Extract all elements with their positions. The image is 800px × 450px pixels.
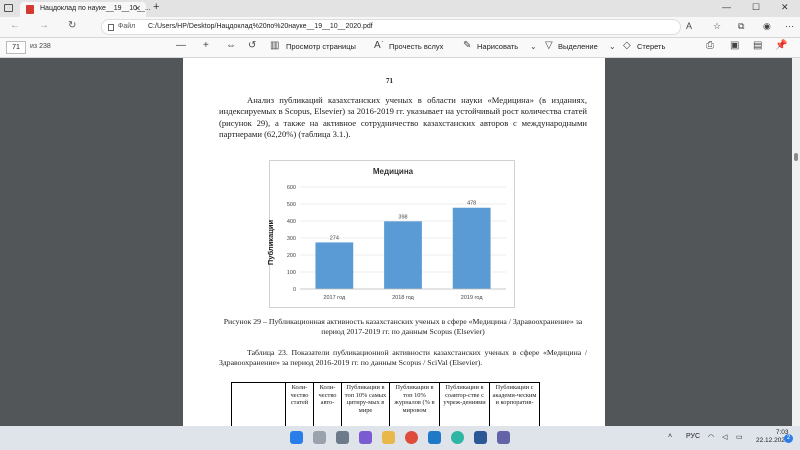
tray-chevron-icon[interactable]: ˄ bbox=[668, 433, 672, 440]
read-aloud-icon[interactable]: A bbox=[686, 21, 692, 31]
url-text: C:/Users/HP/Desktop/Нацдоклад%20по%20нау… bbox=[148, 23, 373, 30]
draw-button[interactable]: Нарисовать bbox=[477, 42, 518, 51]
edge-icon[interactable] bbox=[451, 431, 464, 444]
bar bbox=[452, 207, 491, 289]
page-number-input[interactable]: 71 bbox=[6, 41, 26, 54]
tab-close-icon[interactable]: ✕ bbox=[134, 4, 141, 13]
favorites-icon[interactable]: ☆ bbox=[713, 21, 721, 32]
chrome-icon[interactable] bbox=[405, 431, 418, 444]
volume-icon[interactable]: ◁ bbox=[722, 433, 727, 441]
page-count: из 238 bbox=[30, 43, 51, 50]
wifi-icon[interactable]: ◠ bbox=[708, 433, 714, 441]
table-header-cell: Публикации в топ 10% журналов (% в миров… bbox=[389, 382, 440, 426]
notification-badge[interactable]: 2 bbox=[784, 434, 793, 443]
minimize-button[interactable]: — bbox=[722, 2, 731, 12]
document-viewer[interactable]: 71 Анализ публикаций казахстанских учены… bbox=[0, 58, 800, 426]
y-tick-label: 500 bbox=[287, 202, 296, 208]
task-view-icon[interactable] bbox=[336, 431, 349, 444]
chart-plot: 0 100 200 300 400 500 600 274 2017 год 398 2018 го… bbox=[287, 185, 506, 301]
collections-icon[interactable]: ⧉ bbox=[738, 21, 744, 32]
erase-button[interactable]: Стереть bbox=[637, 42, 665, 51]
draw-icon[interactable]: ✎ bbox=[463, 40, 471, 51]
forward-button[interactable]: → bbox=[39, 20, 49, 31]
highlight-button[interactable]: Выделение bbox=[558, 42, 598, 51]
table-header-cell: Публикации с академи-ческим и корпоратив… bbox=[489, 382, 540, 426]
rotate-icon[interactable]: ↺ bbox=[248, 40, 256, 51]
store-icon[interactable] bbox=[428, 431, 441, 444]
battery-icon[interactable]: ▭ bbox=[736, 433, 743, 441]
widgets-icon[interactable] bbox=[359, 431, 372, 444]
eraser-icon[interactable]: ◇ bbox=[623, 40, 631, 51]
table-header-cell: Коли-чество авто- bbox=[313, 382, 342, 426]
y-tick-label: 0 bbox=[293, 287, 296, 293]
table-header-cell: Публикации в топ 10% самых цитиру-мых в … bbox=[341, 382, 390, 426]
bar bbox=[384, 221, 422, 289]
x-tick-label: 2018 год bbox=[392, 295, 415, 301]
address-bar-row: ← → ↻ Файл C:/Users/HP/Desktop/Нацдоклад… bbox=[0, 17, 800, 38]
save-as-icon[interactable]: ▤ bbox=[753, 40, 762, 51]
start-icon[interactable] bbox=[290, 431, 303, 444]
table-header-cell bbox=[231, 382, 286, 426]
search-icon[interactable] bbox=[313, 431, 326, 444]
read-aloud-button[interactable]: Прочесть вслух bbox=[389, 42, 443, 51]
data-label: 274 bbox=[330, 235, 339, 241]
page-view-button[interactable]: Просмотр страницы bbox=[286, 42, 356, 51]
file-explorer-icon[interactable] bbox=[382, 431, 395, 444]
url-field[interactable]: Файл C:/Users/HP/Desktop/Нацдоклад%20по%… bbox=[101, 19, 681, 35]
y-tick-label: 600 bbox=[287, 185, 296, 191]
y-tick-label: 300 bbox=[287, 236, 296, 242]
language-indicator[interactable]: РУС bbox=[686, 433, 700, 440]
data-label: 478 bbox=[467, 201, 476, 207]
back-button[interactable]: ← bbox=[10, 20, 20, 31]
x-tick-label: 2017 год bbox=[323, 295, 346, 301]
file-icon bbox=[108, 24, 114, 31]
table-header-cell: Публикации в соавтор-стве с учреж-дениям… bbox=[439, 382, 490, 426]
window-menu-icon[interactable] bbox=[4, 4, 13, 12]
table-header-row: Коли-чество статей Коли-чество авто- Пуб… bbox=[231, 382, 540, 426]
browser-tab[interactable]: Нацдоклад по науке__19__10__... ✕ bbox=[20, 2, 151, 17]
taskbar: ˄ РУС ◠ ◁ ▭ 7:03 22.12.2021 2 bbox=[0, 426, 800, 450]
table-header-cell: Коли-чество статей bbox=[285, 382, 314, 426]
profile-icon[interactable]: ◉ bbox=[763, 21, 771, 32]
word-icon[interactable] bbox=[474, 431, 487, 444]
close-window-button[interactable]: ✕ bbox=[781, 2, 789, 13]
y-tick-label: 400 bbox=[287, 219, 296, 225]
refresh-button[interactable]: ↻ bbox=[68, 20, 76, 31]
maximize-button[interactable]: ☐ bbox=[752, 2, 760, 13]
more-menu-icon[interactable]: ⋯ bbox=[785, 21, 794, 32]
print-icon[interactable]: ⎙ bbox=[706, 40, 714, 51]
teams-icon[interactable] bbox=[497, 431, 510, 444]
scrollbar-thumb[interactable] bbox=[794, 153, 798, 161]
save-icon[interactable]: ▣ bbox=[730, 40, 739, 51]
y-tick-label: 200 bbox=[287, 253, 296, 259]
pdf-toolbar: 71 из 238 — + ⇔ ↺ ▥ Просмотр страницы A͘… bbox=[0, 38, 800, 58]
zoom-in-button[interactable]: + bbox=[203, 40, 209, 51]
figure-caption: Рисунок 29 – Публикационная активность к… bbox=[223, 317, 583, 336]
highlight-icon[interactable]: ▽ bbox=[545, 40, 553, 51]
bar-chart: Медицина Публикации 0 100 200 300 400 500 600 2… bbox=[266, 160, 515, 308]
bar bbox=[315, 242, 354, 289]
data-label: 398 bbox=[398, 214, 407, 220]
pdf-page: 71 Анализ публикаций казахстанских учены… bbox=[183, 58, 605, 426]
x-tick-label: 2019 год bbox=[461, 295, 484, 301]
pdf-icon bbox=[26, 5, 34, 14]
table-title: Таблица 23. Показатели публикационной ак… bbox=[219, 348, 587, 367]
y-tick-label: 100 bbox=[287, 270, 296, 276]
page-view-icon[interactable]: ▥ bbox=[270, 40, 279, 51]
body-paragraph: Анализ публикаций казахстанских ученых в… bbox=[219, 95, 587, 140]
tab-strip: Нацдоклад по науке__19__10__... ✕ + — ☐ … bbox=[0, 0, 800, 17]
chevron-down-icon[interactable]: ⌄ bbox=[530, 42, 537, 51]
file-label: Файл bbox=[118, 23, 136, 30]
vertical-scrollbar[interactable] bbox=[792, 58, 800, 426]
chevron-down-icon[interactable]: ⌄ bbox=[609, 42, 616, 51]
pin-toolbar-icon[interactable]: 📌 bbox=[775, 40, 787, 51]
new-tab-button[interactable]: + bbox=[153, 1, 159, 13]
fit-width-icon[interactable]: ⇔ bbox=[226, 40, 236, 51]
read-aloud-toolbar-icon[interactable]: A͘ bbox=[374, 40, 381, 51]
page-number: 71 bbox=[386, 77, 393, 85]
data-table: Коли-чество статей Коли-чество авто- Пуб… bbox=[231, 382, 540, 426]
zoom-out-button[interactable]: — bbox=[176, 40, 186, 51]
